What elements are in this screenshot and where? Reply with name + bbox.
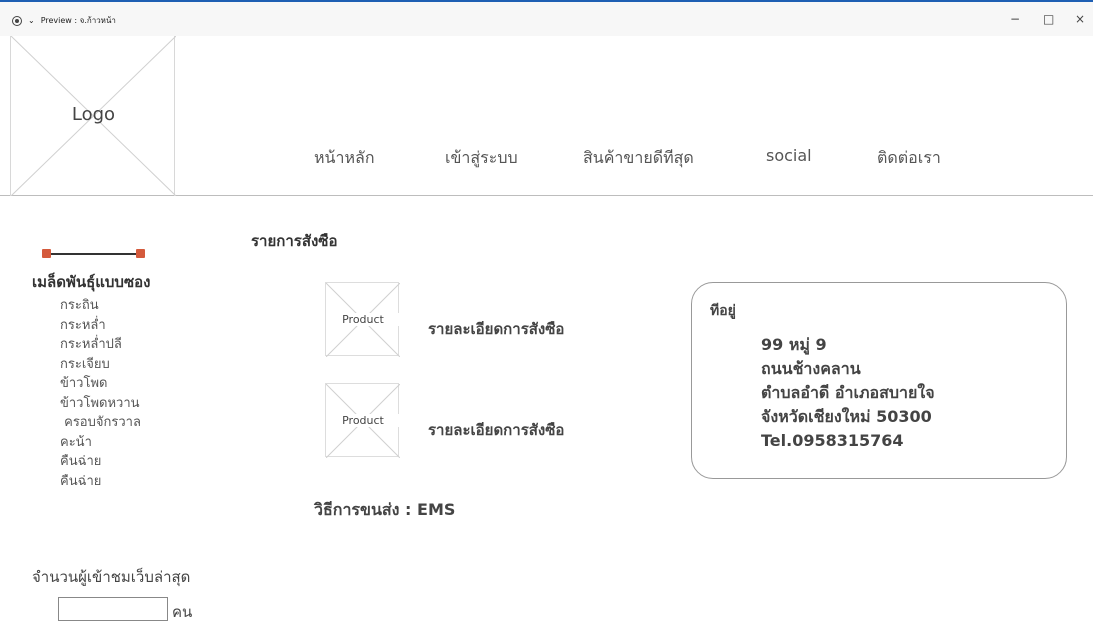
category-item[interactable]: ข้าวโพดหวาน: [60, 394, 141, 414]
category-item[interactable]: คืนฉ่าย: [60, 452, 141, 472]
site-header: Logo หน้าหลัก เข้าสู่ระบบ สินค้าขายดีทีส…: [0, 36, 1093, 196]
nav-home[interactable]: หน้าหลัก: [314, 146, 375, 171]
logo-label: Logo: [71, 104, 116, 125]
category-item[interactable]: คะน้า: [60, 433, 141, 453]
slider-handle-max[interactable]: [136, 249, 145, 258]
shipping-method: วิธีการขนส่ง : EMS: [314, 500, 456, 519]
window-titlebar: ⌄ Preview : จ.ก้าวหน้า − □ ×: [0, 0, 1093, 36]
window-title: Preview : จ.ก้าวหน้า: [40, 16, 116, 25]
titlebar-left: ⌄ Preview : จ.ก้าวหน้า: [12, 14, 116, 27]
nav-best-sellers[interactable]: สินค้าขายดีทีสุด: [583, 146, 694, 171]
address-lines: 99 หมู่ 9 ถนนช้างคลาน ตำบลอำดี อำเภอสบาย…: [761, 333, 935, 453]
address-line: จังหวัดเชียงใหม่ 50300: [761, 407, 932, 426]
nav-login[interactable]: เข้าสู่ระบบ: [445, 146, 518, 171]
nav-social[interactable]: social: [766, 146, 812, 165]
address-phone: Tel.0958315764: [761, 431, 904, 450]
close-icon[interactable]: ×: [1075, 12, 1085, 26]
order-detail-link[interactable]: รายละเอียดการสังซือ: [428, 418, 564, 442]
product-image[interactable]: Product: [325, 383, 400, 458]
order-title: รายการสังซือ: [251, 232, 338, 250]
visitor-unit-label: คน: [172, 603, 193, 621]
product-image-label: Product: [326, 414, 400, 427]
maximize-icon[interactable]: □: [1043, 12, 1054, 26]
nav-contact[interactable]: ติดต่อเรา: [877, 146, 941, 171]
category-item[interactable]: ข้าวโพด: [60, 374, 141, 394]
category-item[interactable]: กระหล่ำ: [60, 316, 141, 336]
logo-placeholder[interactable]: Logo: [10, 36, 176, 196]
address-label: ทีอยู่: [710, 303, 736, 319]
slider-track: [48, 253, 140, 255]
category-list: กระถิน กระหล่ำ กระหล่ำปลี กระเจียบ ข้าวโ…: [60, 296, 141, 491]
window-radio-icon[interactable]: [12, 15, 22, 26]
order-detail-link[interactable]: รายละเอียดการสังซือ: [428, 317, 564, 341]
category-title: เมล็ดพันธุ์แบบซอง: [32, 273, 151, 291]
product-image-label: Product: [326, 313, 400, 326]
slider-handle-min[interactable]: [42, 249, 51, 258]
range-slider[interactable]: [42, 248, 146, 260]
visitor-count-field[interactable]: [58, 597, 168, 621]
product-image[interactable]: Product: [325, 282, 400, 357]
visitor-count-label: จำนวนผู้เข้าชมเว็บล่าสุด: [32, 568, 191, 586]
category-item[interactable]: กระหล่ำปลี: [60, 335, 141, 355]
address-card: ทีอยู่ 99 หมู่ 9 ถนนช้างคลาน ตำบลอำดี อำ…: [691, 282, 1067, 479]
minimize-icon[interactable]: −: [1010, 12, 1020, 26]
address-line: 99 หมู่ 9: [761, 335, 827, 354]
category-item[interactable]: ครอบจักรวาล: [60, 413, 141, 433]
category-item[interactable]: กระถิน: [60, 296, 141, 316]
chevron-down-icon[interactable]: ⌄: [28, 16, 35, 25]
address-line: ถนนช้างคลาน: [761, 359, 861, 378]
category-item[interactable]: คืนฉ่าย: [60, 472, 141, 492]
category-item[interactable]: กระเจียบ: [60, 355, 141, 375]
address-line: ตำบลอำดี อำเภอสบายใจ: [761, 383, 935, 402]
